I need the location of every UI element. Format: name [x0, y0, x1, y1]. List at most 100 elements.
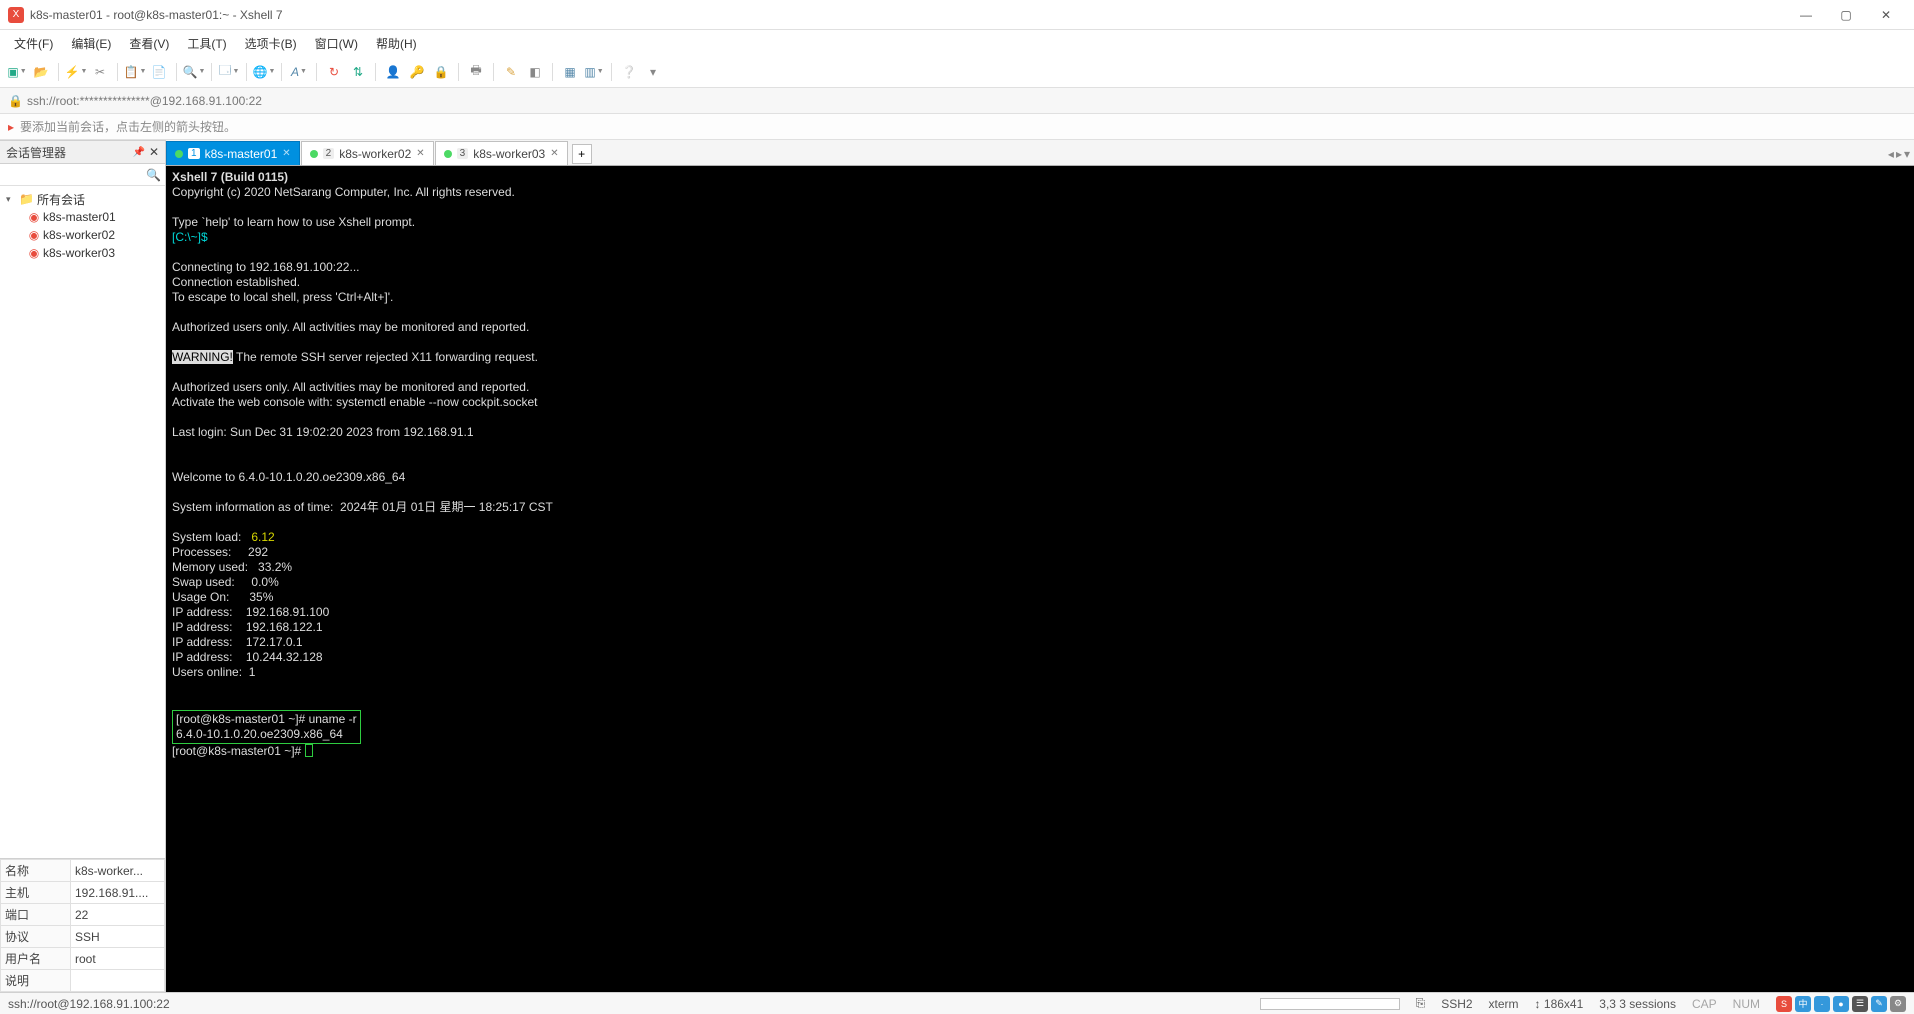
tab-index: 2	[323, 148, 335, 159]
key-button[interactable]: 🔑	[406, 61, 428, 83]
tab-index: 3	[457, 148, 469, 159]
tab-close-icon[interactable]: ✕	[282, 148, 290, 159]
menu-tools[interactable]: 工具(T)	[179, 32, 234, 55]
tab-close-icon[interactable]: ✕	[416, 148, 424, 159]
tab-list-icon[interactable]: ▾	[1904, 147, 1910, 161]
connect-button[interactable]: ⚡▼	[65, 61, 87, 83]
collapse-icon[interactable]: ▾	[6, 194, 16, 205]
status-ssh-icon: ⎘	[1416, 996, 1426, 1011]
address-bar[interactable]: 🔒 ssh://root:***************@192.168.91.…	[0, 88, 1914, 114]
pin-icon[interactable]: 📌	[132, 147, 144, 158]
term-line: Activate the web console with: systemctl…	[172, 395, 538, 409]
refresh-button[interactable]: ↻	[323, 61, 345, 83]
separator-icon	[458, 63, 459, 81]
tray-icon[interactable]: ●	[1833, 996, 1849, 1012]
tray-icon[interactable]: ·	[1814, 996, 1830, 1012]
globe-button[interactable]: 🌐▼	[253, 61, 275, 83]
session-tree[interactable]: ▾ 📁 所有会话 ◉ k8s-master01 ◉ k8s-worker02 ◉…	[0, 186, 165, 858]
tree-session[interactable]: ◉ k8s-worker03	[2, 244, 163, 262]
copy-button[interactable]: 📋▼	[124, 61, 146, 83]
prop-val: 22	[71, 904, 165, 926]
maximize-button[interactable]: ▢	[1826, 0, 1866, 30]
properties-button[interactable]: 🗔▼	[218, 61, 240, 83]
session-manager-title: 会话管理器	[6, 144, 66, 161]
menu-tab[interactable]: 选项卡(B)	[237, 32, 305, 55]
sys-key: Swap used:	[172, 575, 251, 589]
term-command: uname -r	[309, 712, 357, 726]
term-line: The remote SSH server rejected X11 forwa…	[233, 350, 538, 364]
sys-val: 10.244.32.128	[246, 650, 323, 664]
new-tab-button[interactable]: +	[572, 144, 592, 164]
tree-session[interactable]: ◉ k8s-worker02	[2, 226, 163, 244]
sys-val: 192.168.91.100	[246, 605, 329, 619]
about-button[interactable]: ▾	[642, 61, 664, 83]
tab-close-icon[interactable]: ✕	[550, 148, 558, 159]
menu-view[interactable]: 查看(V)	[121, 32, 177, 55]
new-session-button[interactable]: ▣▼	[6, 61, 28, 83]
sys-val: 33.2%	[258, 560, 292, 574]
tray-icon[interactable]: S	[1776, 996, 1792, 1012]
tray-icon[interactable]: ☰	[1852, 996, 1868, 1012]
prop-key: 协议	[1, 926, 71, 948]
lock-button[interactable]: 🔒	[430, 61, 452, 83]
sys-val: 1	[249, 665, 256, 679]
tray-icon[interactable]: 中	[1795, 996, 1811, 1012]
menu-file[interactable]: 文件(F)	[6, 32, 61, 55]
print-button[interactable]: 🖶	[465, 61, 487, 83]
status-size: 186x41	[1544, 997, 1583, 1011]
prop-val: 192.168.91....	[71, 882, 165, 904]
prop-val	[71, 970, 165, 992]
search-button[interactable]: 🔍▼	[183, 61, 205, 83]
user-button[interactable]: 👤	[382, 61, 404, 83]
sys-key: Users online:	[172, 665, 249, 679]
menu-window[interactable]: 窗口(W)	[307, 32, 366, 55]
disconnect-button[interactable]: ✂	[89, 61, 111, 83]
minimize-button[interactable]: —	[1786, 0, 1826, 30]
sys-key: IP address:	[172, 620, 246, 634]
close-button[interactable]: ✕	[1866, 0, 1906, 30]
status-num: NUM	[1733, 997, 1760, 1011]
open-button[interactable]: 📂	[30, 61, 52, 83]
hint-bar: ▸ 要添加当前会话，点击左侧的箭头按钮。	[0, 114, 1914, 140]
prop-row: 说明	[1, 970, 165, 992]
session-search[interactable]: 🔍	[0, 164, 165, 186]
separator-icon	[176, 63, 177, 81]
sys-val: 192.168.122.1	[246, 620, 323, 634]
tray-icon[interactable]: ✎	[1871, 996, 1887, 1012]
tree-root[interactable]: ▾ 📁 所有会话	[2, 190, 163, 208]
term-line: Authorized users only. All activities ma…	[172, 320, 529, 334]
toolbar: ▣▼ 📂 ⚡▼ ✂ 📋▼ 📄 🔍▼ 🗔▼ 🌐▼ A▼ ↻ ⇅ 👤 🔑 🔒 🖶 ✎…	[0, 56, 1914, 88]
menu-help[interactable]: 帮助(H)	[368, 32, 425, 55]
tab-next-icon[interactable]: ▸	[1896, 147, 1902, 161]
term-warning: WARNING!	[172, 350, 233, 364]
eraser-button[interactable]: ◧	[524, 61, 546, 83]
layout-h-button[interactable]: ▦	[559, 61, 581, 83]
paste-button[interactable]: 📄	[148, 61, 170, 83]
highlight-button[interactable]: ✎	[500, 61, 522, 83]
separator-icon	[552, 63, 553, 81]
tray-icon[interactable]: ⚙	[1890, 996, 1906, 1012]
tree-session-label: k8s-worker02	[43, 228, 115, 242]
menu-edit[interactable]: 编辑(E)	[63, 32, 119, 55]
tab-worker03[interactable]: 3 k8s-worker03 ✕	[435, 141, 568, 165]
cursor-icon	[305, 744, 313, 757]
term-prompt: [root@k8s-master01 ~]#	[172, 744, 305, 758]
layout-v-button[interactable]: ▥▼	[583, 61, 605, 83]
tab-prev-icon[interactable]: ◂	[1888, 147, 1894, 161]
sys-key: IP address:	[172, 635, 246, 649]
tab-master01[interactable]: 1 k8s-master01 ✕	[166, 141, 300, 165]
tab-worker02[interactable]: 2 k8s-worker02 ✕	[301, 141, 434, 165]
panel-close-icon[interactable]: ✕	[149, 145, 159, 159]
transfer-button[interactable]: ⇅	[347, 61, 369, 83]
prop-key: 端口	[1, 904, 71, 926]
separator-icon	[246, 63, 247, 81]
terminal[interactable]: Xshell 7 (Build 0115) Copyright (c) 2020…	[166, 166, 1914, 992]
font-button[interactable]: A▼	[288, 61, 310, 83]
term-line: To escape to local shell, press 'Ctrl+Al…	[172, 290, 393, 304]
tree-session[interactable]: ◉ k8s-master01	[2, 208, 163, 226]
prop-row: 端口22	[1, 904, 165, 926]
help-button[interactable]: ❔	[618, 61, 640, 83]
term-prompt: [C:\~]$	[172, 230, 208, 244]
prop-row: 协议SSH	[1, 926, 165, 948]
status-sessions: 3,3 3 sessions	[1599, 997, 1676, 1011]
